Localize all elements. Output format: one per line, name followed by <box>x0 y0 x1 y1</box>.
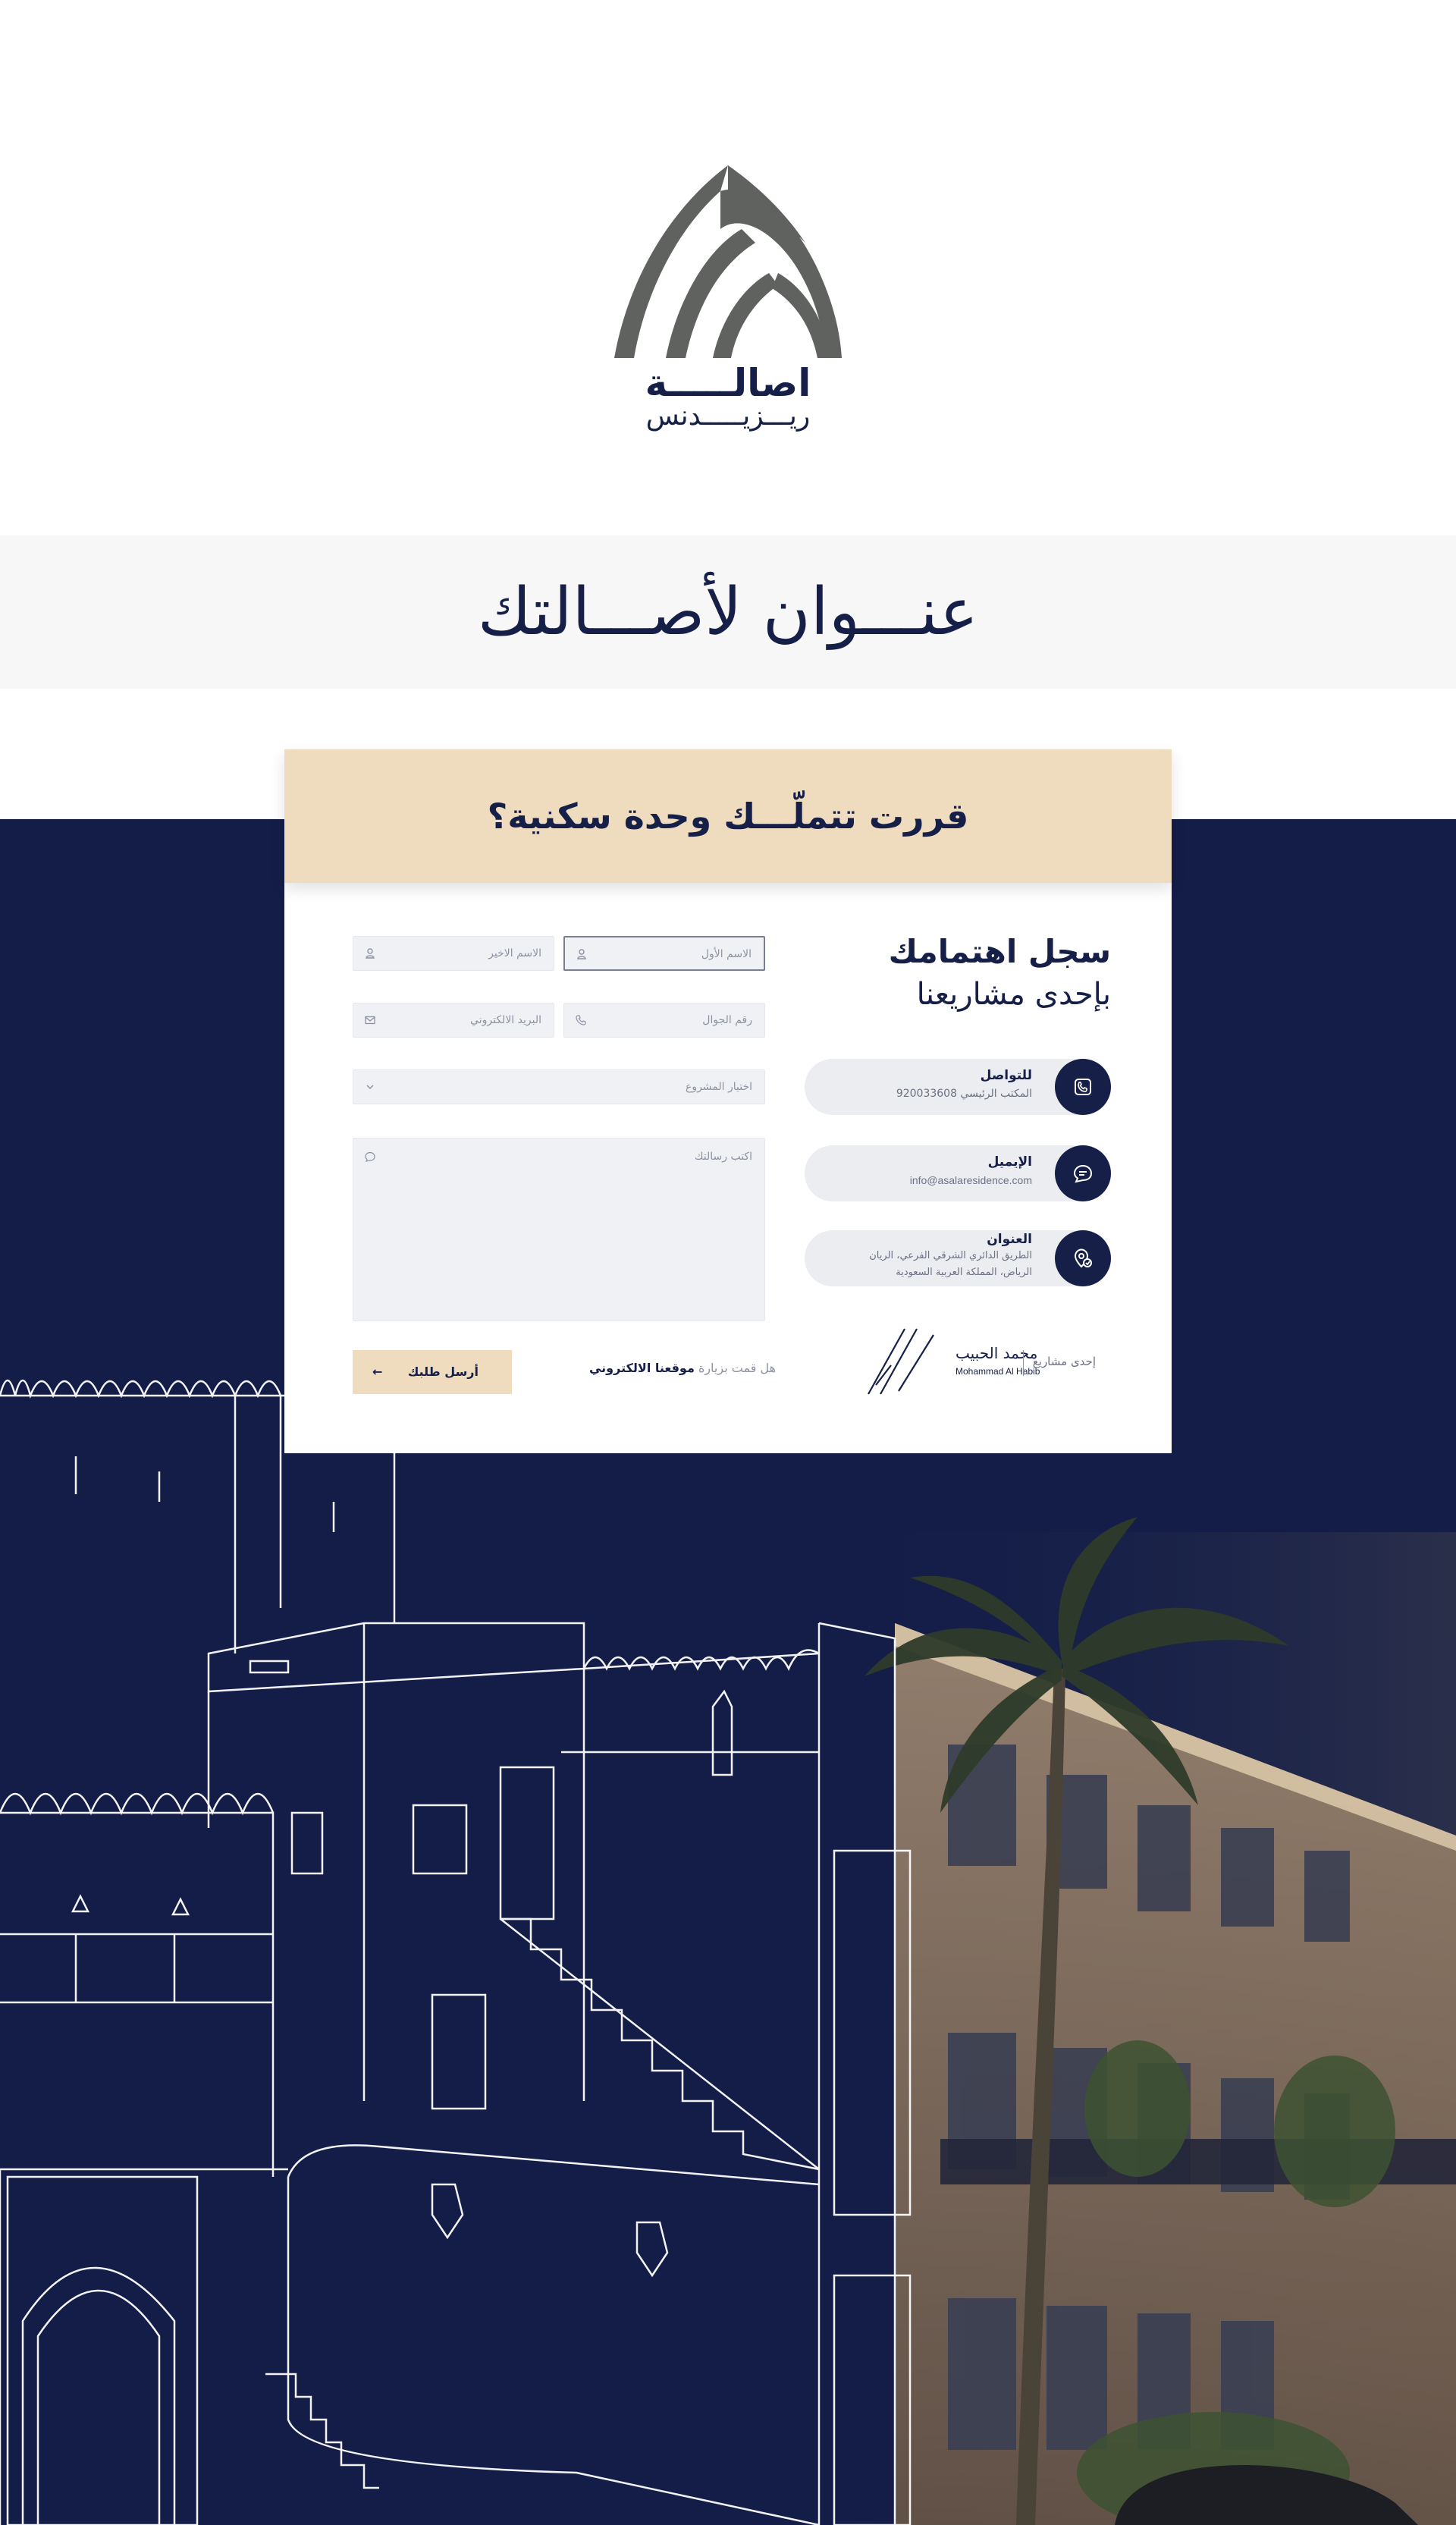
developer-prefix: إحدى مشاريع <box>1032 1355 1096 1368</box>
register-title: سجل اهتمامك <box>888 933 1111 970</box>
contact-email-line: info@asalaresidence.com <box>909 1174 1032 1186</box>
developer-name-en: Mohammad Al Habib <box>956 1366 1040 1377</box>
message-placeholder: اكتب رسالتك <box>694 1151 752 1163</box>
logo-section: اصالـــــة ريـــزيـــــدنس <box>0 0 1456 535</box>
chat-icon <box>365 1151 375 1162</box>
submit-button[interactable]: أرسل طلبك ← <box>353 1350 512 1394</box>
contact-address-title: العنوان <box>987 1232 1032 1247</box>
first-name-field[interactable]: الاسم الأول <box>563 936 765 971</box>
mail-icon <box>365 1016 375 1025</box>
chevron-down-icon <box>366 1085 374 1090</box>
chat-icon-circle <box>1055 1145 1111 1201</box>
email-field[interactable]: البريد الالكتروني <box>353 1003 554 1038</box>
form-card-header: قررت تتملّـــك وحدة سكنية؟ <box>284 749 1172 883</box>
contact-email-title: الإيميل <box>987 1154 1032 1170</box>
register-subtitle: بإحدى مشاريعنا <box>916 977 1111 1012</box>
page-headline: عنـــوان لأصـــالتك <box>477 574 979 650</box>
logo-brand-name: اصالـــــة <box>645 361 811 405</box>
developer-logo-icon <box>868 1328 934 1395</box>
visit-website-text: هل قمت بزيارة موقعنا الالكتروني <box>548 1361 776 1375</box>
mobile-placeholder: رقم الجوال <box>702 1014 752 1026</box>
developer-divider <box>1023 1350 1024 1376</box>
chat-icon <box>1073 1164 1093 1183</box>
location-icon-circle <box>1055 1230 1111 1286</box>
contact-phone-card[interactable]: للتواصل المكتب الرئيسي 920033608 <box>805 1059 1111 1115</box>
location-icon <box>1074 1248 1092 1268</box>
user-icon <box>366 948 375 959</box>
website-link[interactable]: موقعنا الالكتروني <box>589 1361 695 1375</box>
mobile-field[interactable]: رقم الجوال <box>563 1003 765 1038</box>
phone-icon-circle <box>1055 1059 1111 1115</box>
user-icon <box>577 949 586 959</box>
visit-prefix: هل قمت بزيارة <box>694 1361 776 1375</box>
last-name-field[interactable]: الاسم الاخير <box>353 936 554 971</box>
project-select[interactable]: اختيار المشروع <box>353 1069 765 1104</box>
email-placeholder: البريد الالكتروني <box>470 1014 541 1026</box>
logo-tagline: ريـــزيـــــدنس <box>645 400 811 432</box>
message-field[interactable]: اكتب رسالتك <box>353 1138 765 1321</box>
contact-address-line-2: الرياض، المملكة العربية السعودية <box>896 1267 1032 1278</box>
arrow-left-icon: ← <box>372 1365 383 1379</box>
form-card: الاسم الأول الاسم الاخير رقم الجوال البر… <box>284 883 1172 1453</box>
form-card-title: قررت تتملّـــك وحدة سكنية؟ <box>487 796 969 837</box>
contact-email-card[interactable]: الإيميل info@asalaresidence.com <box>805 1145 1111 1201</box>
contact-address-line-1: الطريق الدائري الشرقي الفرعي، الريان <box>869 1250 1032 1261</box>
developer-signature: محمد الحبيب Mohammad Al Habib إحدى مشاري… <box>861 1318 1096 1402</box>
phone-icon <box>1075 1079 1091 1095</box>
developer-name-ar: محمد الحبيب <box>956 1344 1038 1362</box>
phone-icon <box>576 1015 586 1025</box>
contact-phone-title: للتواصل <box>980 1068 1032 1083</box>
last-name-placeholder: الاسم الاخير <box>488 947 541 959</box>
headline-band: عنـــوان لأصـــالتك <box>0 535 1456 689</box>
project-select-placeholder: اختيار المشروع <box>685 1081 752 1093</box>
first-name-placeholder: الاسم الأول <box>701 948 752 960</box>
contact-address-card[interactable]: العنوان الطريق الدائري الشرقي الفرعي، ال… <box>805 1230 1111 1286</box>
contact-phone-line: المكتب الرئيسي 920033608 <box>896 1088 1032 1100</box>
submit-label: أرسل طلبك <box>407 1365 479 1379</box>
